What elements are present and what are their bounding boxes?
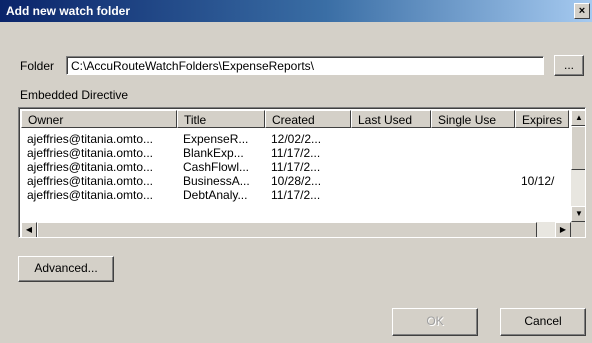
cancel-button[interactable]: Cancel bbox=[500, 308, 586, 336]
scroll-left-icon[interactable]: ◀ bbox=[21, 222, 37, 237]
list-header: Owner Title Created Last Used Single Use… bbox=[21, 110, 569, 128]
horizontal-scrollbar[interactable]: ◀ ▶ bbox=[21, 222, 571, 237]
column-title[interactable]: Title bbox=[177, 110, 265, 128]
scroll-corner bbox=[571, 222, 585, 237]
ok-button[interactable]: OK bbox=[392, 308, 478, 336]
cell-expires: 10/12/ bbox=[521, 174, 555, 188]
cell-owner: ajeffries@titania.omto... bbox=[27, 160, 154, 174]
close-icon[interactable]: × bbox=[574, 3, 590, 19]
cell-title: CashFlowl... bbox=[183, 160, 250, 174]
table-row[interactable]: ajeffries@titania.omto... BusinessA... 1… bbox=[21, 174, 569, 188]
embedded-directive-label: Embedded Directive bbox=[20, 88, 129, 102]
cell-created: 12/02/2... bbox=[271, 132, 322, 146]
cell-title: BusinessA... bbox=[183, 174, 250, 188]
table-row[interactable]: ajeffries@titania.omto... ExpenseR... 12… bbox=[21, 132, 569, 146]
cell-created: 11/17/2... bbox=[271, 146, 321, 160]
folder-label: Folder bbox=[20, 59, 55, 73]
column-created[interactable]: Created bbox=[265, 110, 351, 128]
directive-list[interactable]: Owner Title Created Last Used Single Use… bbox=[18, 107, 586, 238]
column-owner[interactable]: Owner bbox=[21, 110, 177, 128]
cell-title: ExpenseR... bbox=[183, 132, 249, 146]
title-bar: Add new watch folder × bbox=[0, 0, 592, 22]
horizontal-scroll-thumb[interactable] bbox=[37, 222, 537, 237]
vertical-scrollbar[interactable]: ▲ ▼ bbox=[571, 110, 585, 222]
table-row[interactable]: ajeffries@titania.omto... CashFlowl... 1… bbox=[21, 160, 569, 174]
cell-owner: ajeffries@titania.omto... bbox=[27, 174, 154, 188]
browse-button[interactable]: ... bbox=[554, 55, 584, 76]
scroll-down-icon[interactable]: ▼ bbox=[571, 206, 585, 222]
folder-path-input[interactable]: C:\AccuRouteWatchFolders\ExpenseReports\ bbox=[66, 56, 544, 75]
cell-owner: ajeffries@titania.omto... bbox=[27, 132, 154, 146]
table-row[interactable]: ajeffries@titania.omto... DebtAnaly... 1… bbox=[21, 188, 569, 202]
scroll-up-icon[interactable]: ▲ bbox=[571, 110, 585, 126]
cell-owner: ajeffries@titania.omto... bbox=[27, 146, 154, 160]
cell-created: 11/17/2... bbox=[271, 160, 321, 174]
cell-title: DebtAnaly... bbox=[183, 188, 248, 202]
cell-created: 10/28/2... bbox=[271, 174, 322, 188]
cell-created: 11/17/2... bbox=[271, 188, 321, 202]
cell-title: BlankExp... bbox=[183, 146, 244, 160]
scroll-right-icon[interactable]: ▶ bbox=[555, 222, 571, 237]
advanced-button[interactable]: Advanced... bbox=[18, 256, 114, 282]
window-title: Add new watch folder bbox=[6, 4, 131, 18]
column-last-used[interactable]: Last Used bbox=[351, 110, 431, 128]
cell-owner: ajeffries@titania.omto... bbox=[27, 188, 154, 202]
column-single-use[interactable]: Single Use bbox=[431, 110, 515, 128]
column-expires[interactable]: Expires bbox=[515, 110, 569, 128]
table-row[interactable]: ajeffries@titania.omto... BlankExp... 11… bbox=[21, 146, 569, 160]
vertical-scroll-thumb[interactable] bbox=[571, 126, 585, 170]
